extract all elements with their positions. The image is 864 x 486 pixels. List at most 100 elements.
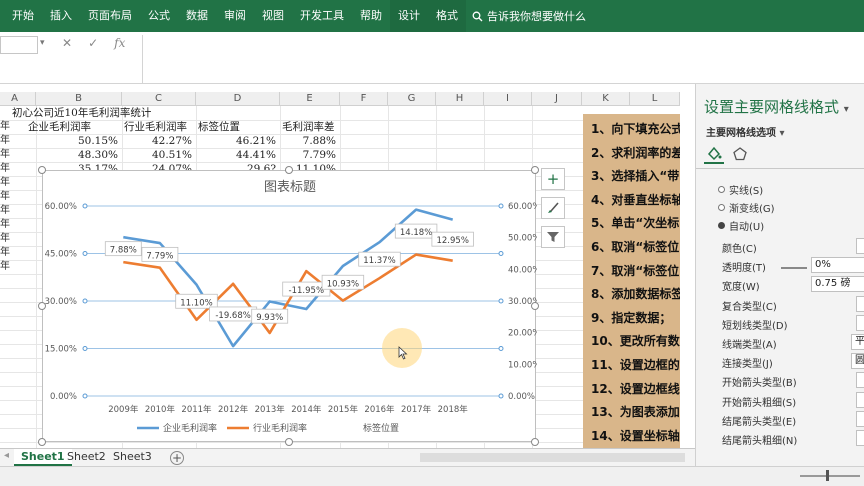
property-value[interactable]: 圆角 <box>851 353 864 370</box>
x-tick-label[interactable]: 2014年 <box>291 404 322 415</box>
legend-label[interactable]: 企业毛利润率 <box>163 422 217 434</box>
data-cell[interactable]: 7.79% <box>280 148 336 162</box>
data-label[interactable]: -11.95% <box>289 286 324 296</box>
chevron-down-icon[interactable]: ▾ <box>40 38 45 48</box>
x-tick-label[interactable]: 2013年 <box>255 404 286 415</box>
row-year-label[interactable]: 年 <box>0 162 10 176</box>
data-label[interactable]: 7.79% <box>146 251 173 261</box>
x-tick-label[interactable]: 2016年 <box>364 404 395 415</box>
panel-subtitle[interactable]: 主要网格线选项 ▾ <box>706 124 785 139</box>
header-cell[interactable]: 行业毛利润率 <box>124 120 187 134</box>
scroll-left-icon[interactable]: ◂ <box>4 450 9 461</box>
row-year-label[interactable]: 年 <box>0 134 10 148</box>
property-button[interactable] <box>856 314 864 331</box>
tab-5[interactable]: 审阅 <box>216 0 254 32</box>
data-label[interactable]: 11.10% <box>180 298 212 308</box>
gridline-handle[interactable] <box>82 203 88 209</box>
gridline-handle[interactable] <box>82 393 88 399</box>
chart-canvas[interactable]: 图表标题 0.00% 15.00% 30.00% 45.00% 60.00% 0.00% 10… <box>43 171 537 443</box>
data-cell[interactable]: 7.88% <box>280 134 336 148</box>
line-type-radio[interactable]: 实线(S) <box>718 182 763 197</box>
column-header[interactable]: A <box>0 92 36 106</box>
property-button[interactable] <box>856 391 864 408</box>
y2-tick-label[interactable]: 0.00% <box>508 392 535 402</box>
y-tick-label[interactable]: 60.00% <box>45 202 77 212</box>
y2-tick-label[interactable]: 60.00% <box>508 202 537 212</box>
gridline-handle[interactable] <box>82 298 88 304</box>
effects-icon[interactable] <box>730 144 750 164</box>
row-year-label[interactable]: 年 <box>0 190 10 204</box>
data-cell[interactable]: 48.30% <box>36 148 118 162</box>
column-header[interactable]: C <box>122 92 196 106</box>
y2-tick-label[interactable]: 50.00% <box>508 234 537 244</box>
chart-elements-button[interactable]: + <box>541 168 565 190</box>
header-cell[interactable]: 标签位置 <box>198 120 240 134</box>
tab-8[interactable]: 帮助 <box>352 0 390 32</box>
resize-handle[interactable] <box>285 166 293 174</box>
chart-styles-button[interactable] <box>541 197 565 219</box>
row-year-label[interactable]: 年 <box>0 176 10 190</box>
radio-circle[interactable] <box>718 222 725 229</box>
header-cell[interactable]: 企业毛利润率 <box>28 120 91 134</box>
tab-9[interactable]: 设计 <box>390 0 428 32</box>
row-year-label[interactable]: 年 <box>0 260 10 274</box>
zoom-thumb[interactable] <box>826 470 829 481</box>
resize-handle[interactable] <box>38 166 46 174</box>
tab-6[interactable]: 视图 <box>254 0 292 32</box>
column-header[interactable]: F <box>340 92 388 106</box>
resize-handle[interactable] <box>531 166 539 174</box>
column-header[interactable]: H <box>436 92 484 106</box>
property-value[interactable]: 0% <box>811 257 864 274</box>
data-label[interactable]: 12.95% <box>436 236 468 246</box>
resize-handle[interactable] <box>285 438 293 446</box>
tell-me-box[interactable]: 告诉我你想要做什么 <box>472 8 586 24</box>
data-cell[interactable]: 42.27% <box>122 134 192 148</box>
column-header[interactable]: J <box>532 92 582 106</box>
chart-filters-button[interactable] <box>541 226 565 248</box>
tab-0[interactable]: 开始 <box>4 0 42 32</box>
data-label[interactable]: 14.18% <box>400 228 432 238</box>
data-cell[interactable]: 40.51% <box>122 148 192 162</box>
y2-tick-label[interactable]: 20.00% <box>508 329 537 339</box>
row-year-label[interactable]: 年 <box>0 232 10 246</box>
line-type-radio[interactable]: 渐变线(G) <box>718 200 775 215</box>
resize-handle[interactable] <box>531 438 539 446</box>
tab-3[interactable]: 公式 <box>140 0 178 32</box>
property-button[interactable] <box>856 430 864 446</box>
x-tick-label[interactable]: 2011年 <box>181 404 212 415</box>
y-tick-label[interactable]: 30.00% <box>45 297 77 307</box>
x-tick-label[interactable]: 2012年 <box>218 404 249 415</box>
sheet-tab[interactable]: Sheet3 <box>106 449 159 466</box>
gridline-handle[interactable] <box>498 393 504 399</box>
fx-icon[interactable]: fx <box>114 36 125 50</box>
gridline-handle[interactable] <box>498 346 504 351</box>
y2-tick-label[interactable]: 40.00% <box>508 265 537 275</box>
x-tick-label[interactable]: 2009年 <box>108 404 139 415</box>
gridline-handle[interactable] <box>82 346 88 351</box>
legend-label[interactable]: 标签位置 <box>363 422 399 434</box>
row-year-label[interactable]: 年 <box>0 204 10 218</box>
tab-2[interactable]: 页面布局 <box>80 0 140 32</box>
confirm-icon[interactable]: ✓ <box>88 36 98 50</box>
column-header[interactable]: G <box>388 92 436 106</box>
resize-handle[interactable] <box>38 302 46 310</box>
resize-handle[interactable] <box>38 438 46 446</box>
sheet-tab[interactable]: Sheet2 <box>60 449 113 466</box>
formula-input[interactable] <box>142 35 864 83</box>
gridline-handle[interactable] <box>498 298 504 304</box>
property-value[interactable]: 平 <box>851 334 864 350</box>
row-year-label[interactable]: 年 <box>0 246 10 260</box>
property-button[interactable] <box>856 295 864 312</box>
property-value[interactable]: 0.75 磅 <box>811 276 864 293</box>
tab-1[interactable]: 插入 <box>42 0 80 32</box>
column-header[interactable]: D <box>196 92 280 106</box>
chart-title[interactable]: 图表标题 <box>264 180 316 195</box>
gridline-handle[interactable] <box>498 251 504 256</box>
horizontal-scrollbar[interactable] <box>420 453 685 462</box>
gridline-handle[interactable] <box>498 203 504 209</box>
tab-4[interactable]: 数据 <box>178 0 216 32</box>
data-label[interactable]: 7.88% <box>110 246 137 256</box>
property-button[interactable] <box>856 238 864 254</box>
chevron-down-icon[interactable]: ▾ <box>844 104 849 115</box>
data-label[interactable]: -19.68% <box>215 311 250 321</box>
